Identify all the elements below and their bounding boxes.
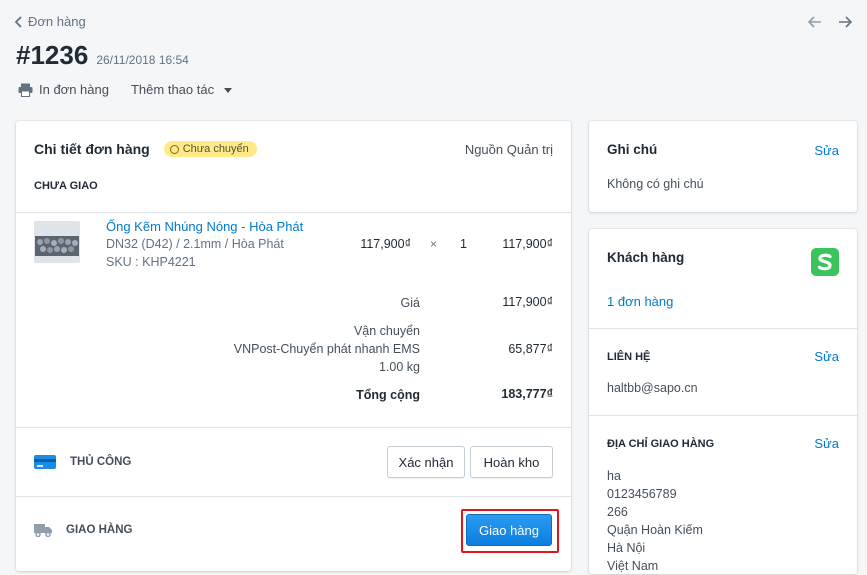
notes-card: Ghi chú Sửa Không có ghi chú xyxy=(589,121,857,212)
product-sku: SKU : KHP4221 xyxy=(106,255,196,269)
shipping-title: Vận chuyển xyxy=(353,324,420,338)
restock-button[interactable]: Hoàn kho xyxy=(470,446,553,478)
source-value: Quản trị xyxy=(506,142,553,157)
product-line-total: 117,900₫ xyxy=(502,237,553,251)
product-thumbnail[interactable] xyxy=(34,221,80,263)
edit-address-link[interactable]: Sửa xyxy=(814,436,839,451)
confirm-payment-button[interactable]: Xác nhận xyxy=(387,446,465,478)
shipping-address-label: ĐỊA CHỈ GIAO HÀNG xyxy=(607,438,715,450)
shipping-value: 65,877₫ xyxy=(508,342,553,356)
customer-orders-link[interactable]: 1 đơn hàng xyxy=(607,294,673,309)
caret-down-icon xyxy=(224,88,233,93)
ship-order-button[interactable]: Giao hàng xyxy=(466,514,552,546)
contact-label: LIÊN HỆ xyxy=(607,351,651,363)
product-unit-price: 117,900₫ xyxy=(360,237,411,251)
multiply-sign: × xyxy=(430,237,438,251)
order-details-title: Chi tiết đơn hàng xyxy=(34,141,150,157)
truck-icon xyxy=(34,524,52,537)
address-city: Hà Nội xyxy=(607,541,646,555)
customer-email[interactable]: haltbb@sapo.cn xyxy=(607,381,698,395)
fulfillment-section: GIAO HÀNG xyxy=(34,523,132,537)
payment-section: THỦ CÔNG xyxy=(34,454,131,470)
pipes-image xyxy=(35,222,79,262)
divider xyxy=(16,212,571,213)
divider xyxy=(16,496,571,497)
shipping-method: VNPost-Chuyển phát nhanh EMS xyxy=(233,342,420,356)
credit-card-icon xyxy=(34,455,56,469)
shipping-weight: 1.00 kg xyxy=(378,360,420,374)
edit-contact-link[interactable]: Sửa xyxy=(814,349,839,364)
fulfillment-label: GIAO HÀNG xyxy=(66,524,133,536)
divider xyxy=(589,328,857,329)
divider xyxy=(589,415,857,416)
back-link[interactable]: Đơn hàng xyxy=(14,14,86,29)
print-order-label: In đơn hàng xyxy=(39,82,109,97)
order-actions: In đơn hàng Thêm thao tác xyxy=(18,82,233,97)
notes-text: Không có ghi chú xyxy=(607,177,704,191)
product-quantity: 1 xyxy=(460,237,467,251)
circle-icon xyxy=(169,144,179,154)
arrow-right-icon[interactable] xyxy=(837,14,853,30)
order-source: Nguồn Quản trị xyxy=(465,142,553,157)
notes-title: Ghi chú xyxy=(607,142,658,157)
print-order-button[interactable]: In đơn hàng xyxy=(18,82,109,97)
order-date: 26/11/2018 16:54 xyxy=(96,53,189,67)
customer-title: Khách hàng xyxy=(607,250,685,265)
address-street: 266 xyxy=(607,505,628,519)
order-header: #1236 26/11/2018 16:54 xyxy=(16,40,189,71)
customer-card: Khách hàng 1 đơn hàng LIÊN HỆ Sửa haltbb… xyxy=(589,229,857,574)
chevron-left-icon xyxy=(14,15,22,28)
more-actions-label: Thêm thao tác xyxy=(130,82,215,97)
arrow-left-icon[interactable] xyxy=(807,14,823,30)
divider xyxy=(16,427,571,428)
order-details-card: Chi tiết đơn hàng Chưa chuyển Nguồn Quản… xyxy=(16,121,571,571)
product-variant: DN32 (D42) / 2.1mm / Hòa Phát xyxy=(106,237,284,251)
address-phone: 0123456789 xyxy=(607,487,677,501)
top-bar: Đơn hàng xyxy=(14,12,853,34)
back-link-label: Đơn hàng xyxy=(28,14,86,29)
address-country: Việt Nam xyxy=(607,559,659,573)
more-actions-dropdown[interactable]: Thêm thao tác xyxy=(130,82,233,97)
source-label: Nguồn xyxy=(464,142,504,157)
product-name-link[interactable]: Ống Kẽm Nhúng Nóng - Hòa Phát xyxy=(106,219,303,234)
total-value: 183,777₫ xyxy=(501,387,553,401)
order-details-header: Chi tiết đơn hàng Chưa chuyển xyxy=(34,141,257,157)
status-badge: Chưa chuyển xyxy=(163,141,257,157)
order-number: #1236 xyxy=(16,40,89,70)
printer-icon xyxy=(18,83,33,97)
status-badge-label: Chưa chuyển xyxy=(182,143,249,155)
shipping-address: ha 0123456789 266 Quận Hoàn Kiếm Hà Nội … xyxy=(607,467,703,575)
subtotal-value: 117,900₫ xyxy=(502,295,553,309)
order-pager xyxy=(807,14,853,30)
subtotal-label: Giá xyxy=(400,296,420,310)
address-name: ha xyxy=(607,469,621,483)
sapo-logo-icon xyxy=(811,248,839,276)
fulfillment-status-label: CHƯA GIAO xyxy=(34,180,98,192)
shipping-label: Vận chuyển VNPost-Chuyển phát nhanh EMS … xyxy=(234,322,420,376)
payment-method-label: THỦ CÔNG xyxy=(70,456,132,468)
total-label: Tổng cộng xyxy=(356,388,420,402)
address-district: Quận Hoàn Kiếm xyxy=(607,523,703,537)
edit-notes-link[interactable]: Sửa xyxy=(814,143,839,158)
